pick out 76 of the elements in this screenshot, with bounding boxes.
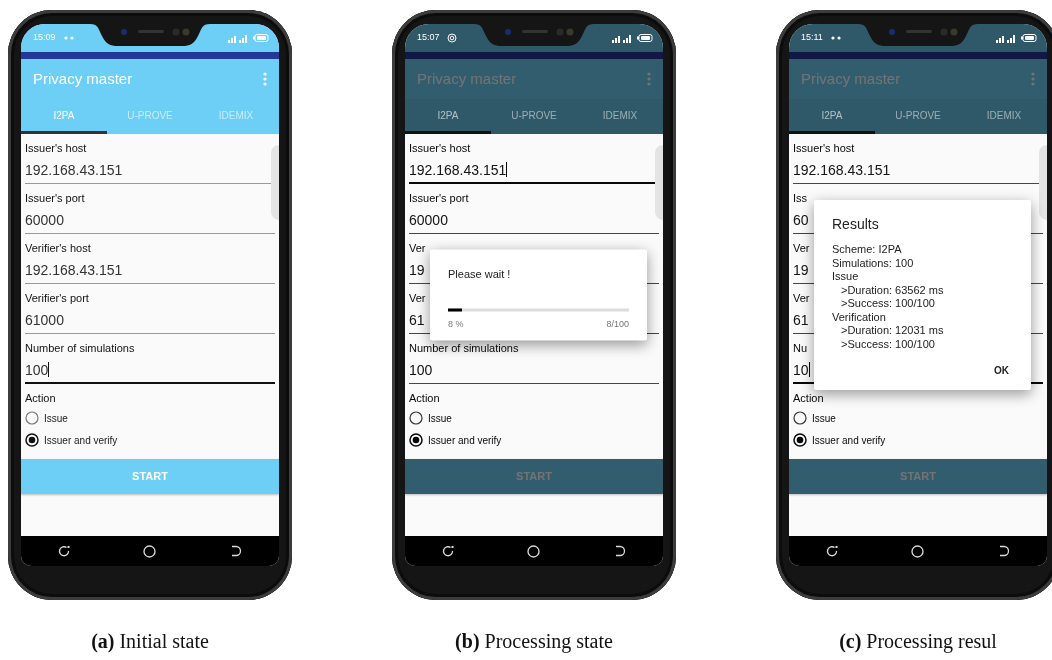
figure-caption: (c) Processing resul (839, 629, 997, 655)
back-icon[interactable] (230, 545, 243, 557)
radio-label[interactable]: Issue (44, 410, 68, 426)
radio-label[interactable]: Issuer and verify (44, 432, 118, 448)
signal-icon (612, 33, 634, 43)
field-label: Issuer's host (25, 142, 87, 155)
field-label: Ver (793, 292, 810, 305)
field-label: Issuer's host (793, 142, 855, 155)
result-line: Verification (832, 310, 887, 324)
field-label: Ver (409, 292, 426, 305)
radio-button[interactable] (793, 433, 807, 447)
result-line: Issue (832, 270, 860, 284)
field-label: Nu (793, 342, 808, 355)
battery-icon (253, 34, 269, 42)
result-line: >Duration: 12031 ms (841, 324, 945, 338)
recents-icon[interactable] (825, 545, 838, 557)
field-label: Issuer's port (409, 192, 469, 205)
field-label: Ver (409, 242, 426, 255)
progress-percent: 8 % (448, 317, 464, 330)
tab[interactable]: I2PA (789, 99, 875, 134)
back-icon[interactable] (998, 545, 1011, 557)
signal-icon (996, 33, 1018, 43)
result-line: >Success: 100/100 (841, 337, 936, 351)
recents-icon[interactable] (441, 545, 454, 557)
result-line: Simulations: 100 (832, 256, 915, 270)
app-title: Privacy master (33, 68, 133, 89)
app-title: Privacy master (417, 68, 517, 89)
figure-caption: (a) Initial state (91, 629, 209, 655)
result-line: >Duration: 63562 ms (841, 283, 945, 297)
app-title: Privacy master (801, 68, 901, 89)
radio-button[interactable] (409, 411, 423, 425)
field-label: Verifier's port (25, 292, 89, 305)
radio-button[interactable] (25, 411, 39, 425)
edge-handle[interactable] (1039, 145, 1047, 220)
input-field[interactable]: 61000 (25, 311, 275, 334)
radio-label[interactable]: Issue (812, 410, 836, 426)
radio-button[interactable] (25, 433, 39, 447)
recents-icon[interactable] (57, 545, 70, 557)
figure-caption: (b) Processing state (455, 629, 613, 655)
battery-icon (637, 34, 653, 42)
field-label: Number of simulations (25, 342, 135, 355)
group-label: Action (409, 392, 440, 405)
field-label: Ver (793, 242, 810, 255)
ok-button[interactable]: OK (990, 361, 1013, 380)
edge-handle[interactable] (655, 145, 663, 220)
field-label: Iss (793, 192, 808, 205)
battery-icon (1021, 34, 1037, 42)
field-label: Number of simulations (409, 342, 519, 355)
radio-label[interactable]: Issuer and verify (428, 432, 502, 448)
input-field[interactable]: 100 (409, 361, 659, 384)
input-field[interactable]: 192.168.43.151 (25, 261, 275, 284)
status-time: 15:11 (801, 31, 823, 45)
dialog-title: Results (832, 215, 880, 234)
radio-button[interactable] (793, 411, 807, 425)
radio-button[interactable] (409, 433, 423, 447)
field-label: Issuer's host (409, 142, 471, 155)
input-field[interactable]: 100 (25, 361, 275, 384)
radio-label[interactable]: Issuer and verify (812, 432, 886, 448)
back-icon[interactable] (614, 545, 627, 557)
dialog-message: Please wait ! (448, 266, 512, 282)
field-label: Verifier's host (25, 242, 91, 255)
progress-count: 8/100 (606, 317, 629, 330)
home-icon[interactable] (911, 544, 925, 558)
signal-icon (228, 33, 250, 43)
radio-label[interactable]: Issue (428, 410, 452, 426)
home-icon[interactable] (527, 544, 541, 558)
group-label: Action (793, 392, 824, 405)
result-line: >Success: 100/100 (841, 297, 936, 311)
status-time: 15:07 (417, 31, 440, 45)
field-label: Issuer's port (25, 192, 85, 205)
edge-handle[interactable] (271, 145, 279, 220)
tab[interactable]: I2PA (405, 99, 491, 134)
status-time: 15:09 (33, 31, 56, 45)
result-line: Scheme: I2PA (832, 243, 903, 257)
home-icon[interactable] (143, 544, 157, 558)
group-label: Action (25, 392, 56, 405)
